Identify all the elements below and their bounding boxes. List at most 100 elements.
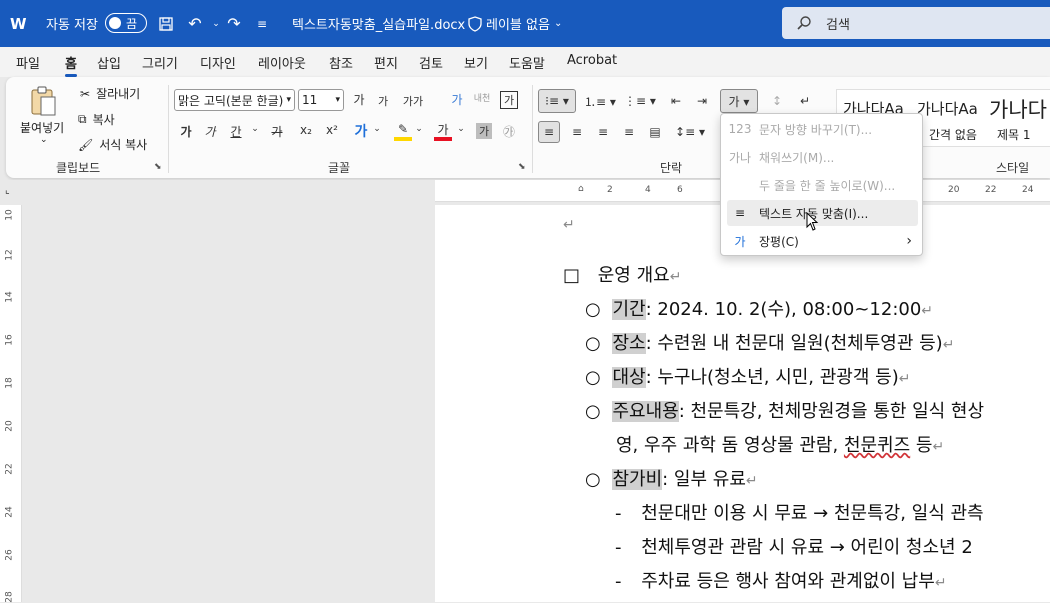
paragraph-group-label: 단락 xyxy=(660,161,683,175)
clear-format-icon[interactable]: 가 xyxy=(448,91,466,108)
ribbon-tabs: 파일 홈 삽입 그리기 디자인 레이아웃 참조 편지 검토 보기 도움말 Acr… xyxy=(0,47,1050,77)
highlight-color-icon[interactable]: ✎ xyxy=(394,121,412,141)
square-bullet: □ xyxy=(563,265,581,286)
character-border-icon[interactable]: 가 xyxy=(500,91,518,109)
sensitivity-button[interactable]: 레이블 없음 ⌄ xyxy=(468,0,562,47)
doc-line[interactable]: ○ 기간: 2024. 10. 2(수), 08:00~12:00↵ xyxy=(585,295,933,321)
underline-icon[interactable]: 간 xyxy=(228,123,244,140)
text-effects-icon[interactable]: 가 xyxy=(352,121,370,141)
line-text: : 천문특강, 천체망원경을 통한 일식 현상 xyxy=(678,401,985,422)
tab-references[interactable]: 참조 xyxy=(329,53,353,72)
doc-line[interactable]: ○ 대상: 누구나(청소년, 시민, 관광객 등)↵ xyxy=(585,363,910,389)
tab-selector-icon[interactable]: ⌞ xyxy=(5,185,10,196)
autosave-label: 자동 저장 xyxy=(46,18,98,33)
decrease-indent-icon[interactable]: ⇤ xyxy=(666,89,686,113)
phonetic-guide-icon[interactable]: 내천 xyxy=(471,91,493,104)
ruler-label: 20 xyxy=(948,185,960,195)
multilevel-list-icon[interactable]: ⋮≡ ▾ xyxy=(622,89,658,113)
chevron-down-icon: ⌄ xyxy=(553,18,563,29)
chevron-down-icon[interactable]: ⌄ xyxy=(372,124,382,134)
change-case-icon[interactable]: 가가 xyxy=(401,93,425,109)
chevron-down-icon[interactable]: ⌄ xyxy=(414,124,424,134)
increase-indent-icon[interactable]: ⇥ xyxy=(692,89,712,113)
style-heading-1[interactable]: 가나다 xyxy=(989,94,1047,124)
subscript-icon[interactable]: x₂ xyxy=(298,123,314,137)
strikethrough-icon[interactable]: 가 xyxy=(268,123,286,140)
doc-line[interactable]: ○ 참가비: 일부 유료↵ xyxy=(585,465,758,491)
show-marks-icon[interactable]: ↵ xyxy=(794,89,816,113)
italic-icon[interactable]: 가 xyxy=(202,123,218,140)
bold-icon[interactable]: 가 xyxy=(178,123,194,140)
cut-button[interactable]: ✂ 잘라내기 xyxy=(80,85,140,102)
font-size-combo[interactable]: 11 ▾ xyxy=(298,89,344,111)
search-box[interactable]: 검색 xyxy=(782,7,1050,39)
doc-line[interactable]: □ 운영 개요↵ xyxy=(563,261,681,287)
align-right-icon[interactable]: ≡ xyxy=(592,121,614,143)
numbering-icon[interactable]: ⒈≡ ▾ xyxy=(582,89,618,113)
autosave-toggle[interactable]: 끔 xyxy=(105,13,147,33)
menu-item-text-fit[interactable]: ≡ 텍스트 자동 맞춤(I)... xyxy=(727,200,918,226)
customize-toolbar-icon[interactable]: ≡ xyxy=(251,0,273,47)
style-no-spacing[interactable]: 가나다Aa xyxy=(917,98,978,119)
vertical-ruler[interactable]: 10 12 14 16 18 20 22 24 26 28 xyxy=(0,205,22,603)
misspelled-word[interactable]: 천문퀴즈 xyxy=(844,435,910,456)
distribute-icon[interactable]: ▤ xyxy=(644,121,666,143)
tab-design[interactable]: 디자인 xyxy=(200,53,236,72)
undo-icon[interactable]: ↶ xyxy=(184,0,206,47)
sort-icon[interactable]: ↕ xyxy=(768,89,786,113)
tab-layout[interactable]: 레이아웃 xyxy=(258,53,306,72)
ruler-indent-marker[interactable]: ⌂ xyxy=(578,184,584,194)
bullets-icon[interactable]: ⁝≡ ▾ xyxy=(538,89,576,113)
paste-dropdown-icon[interactable]: ⌄ xyxy=(40,135,48,145)
font-launcher-icon[interactable]: ⬊ xyxy=(518,162,526,172)
line-spacing-icon[interactable]: ↕≡ ▾ xyxy=(672,121,708,143)
align-left-icon[interactable]: ≡ xyxy=(538,121,560,143)
tab-review[interactable]: 검토 xyxy=(419,53,443,72)
tab-home[interactable]: 홈 xyxy=(65,53,77,77)
font-color-icon[interactable]: 가 xyxy=(434,121,452,141)
tab-help[interactable]: 도움말 xyxy=(509,53,545,72)
tab-file[interactable]: 파일 xyxy=(16,53,40,72)
tab-mailings[interactable]: 편지 xyxy=(374,53,398,72)
chevron-down-icon[interactable]: ⌄ xyxy=(456,124,466,134)
tab-view[interactable]: 보기 xyxy=(464,53,488,72)
paragraph-mark: ↵ xyxy=(745,473,758,489)
ruler-label: 22 xyxy=(4,463,15,475)
enclose-characters-icon[interactable]: ㉮ xyxy=(500,123,518,140)
doc-line[interactable]: 영, 우주 과학 돔 영상물 관람, 천문퀴즈 등↵ xyxy=(616,431,944,457)
paste-icon[interactable] xyxy=(28,85,58,117)
ruler-label: 28 xyxy=(4,591,15,603)
shrink-font-icon[interactable]: 가 xyxy=(375,93,391,109)
doc-line[interactable]: - 천체투영관 관람 시 유료 → 어린이 청소년 2 xyxy=(615,533,973,559)
format-painter-button[interactable]: 🖌 서식 복사 xyxy=(78,136,147,153)
paragraph-mark: ↵ xyxy=(563,217,575,233)
menu-item-text-direction[interactable]: 123 문자 방향 바꾸기(T)... xyxy=(727,116,918,142)
redo-icon[interactable]: ↷ xyxy=(223,0,245,47)
tab-draw[interactable]: 그리기 xyxy=(142,53,178,72)
menu-item-char-scale[interactable]: 가 장평(C) › xyxy=(727,228,918,254)
tab-insert[interactable]: 삽입 xyxy=(97,53,121,72)
chevron-down-icon[interactable]: ⌄ xyxy=(250,124,260,134)
doc-line[interactable]: ○ 주요내용: 천문특강, 천체망원경을 통한 일식 현상 xyxy=(585,397,984,423)
menu-item-fill-text[interactable]: 가나 채워쓰기(M)... xyxy=(727,144,918,170)
superscript-icon[interactable]: x² xyxy=(324,123,340,137)
tab-acrobat[interactable]: Acrobat xyxy=(567,53,617,68)
menu-item-two-lines-in-one[interactable]: 두 줄을 한 줄 높이로(W)... xyxy=(727,172,918,198)
doc-line[interactable]: ○ 장소: 수련원 내 천문대 일원(천체투영관 등)↵ xyxy=(585,329,954,355)
justify-icon[interactable]: ≡ xyxy=(618,121,640,143)
font-name-combo[interactable]: 맑은 고딕(본문 한글) ▾ xyxy=(174,89,295,111)
copy-button[interactable]: ⧉ 복사 xyxy=(78,111,115,128)
doc-line[interactable]: - 주차료 등은 행사 참여와 관계없이 납부↵ xyxy=(615,567,947,593)
align-center-icon[interactable]: ≡ xyxy=(566,121,588,143)
doc-line[interactable]: - 천문대만 이용 시 무료 → 천문특강, 일식 관측 xyxy=(615,499,984,525)
document-name[interactable]: 텍스트자동맞춤_실습파일.docx xyxy=(292,0,465,47)
document-page[interactable]: ↵ □ 운영 개요↵ ○ 기간: 2024. 10. 2(수), 08:00~1… xyxy=(435,205,1050,602)
asian-layout-icon[interactable]: 가 ▾ xyxy=(720,89,758,113)
character-shading-icon[interactable]: 가 xyxy=(476,123,492,139)
dash-bullet: - xyxy=(615,503,622,524)
paste-button[interactable]: 붙여넣기 xyxy=(20,119,64,136)
save-icon[interactable] xyxy=(155,0,177,47)
autosave-state: 끔 xyxy=(126,16,138,31)
clipboard-launcher-icon[interactable]: ⬊ xyxy=(154,162,162,172)
grow-font-icon[interactable]: 가 xyxy=(350,91,368,108)
